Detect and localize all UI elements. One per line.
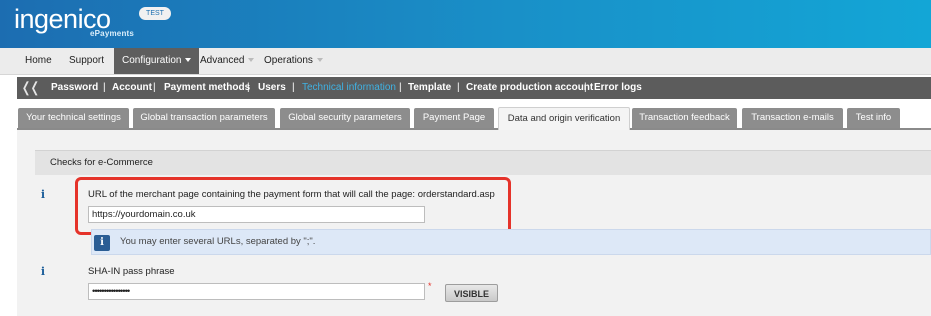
nav-operations[interactable]: Operations (264, 48, 323, 74)
tab-global-transaction-parameters[interactable]: Global transaction parameters (133, 108, 275, 128)
chevron-down-icon (316, 58, 323, 63)
tab-transaction-feedback[interactable]: Transaction feedback (632, 108, 737, 128)
tab-test-info[interactable]: Test info (847, 108, 900, 128)
tab-content-panel: Checks for e-Commerce i URL of the merch… (17, 130, 931, 316)
top-navigation: Home Support Configuration Advanced Oper… (0, 48, 931, 75)
info-hint-box: i You may enter several URLs, separated … (91, 229, 931, 255)
info-icon[interactable]: i (36, 265, 50, 279)
nav-advanced-label: Advanced (200, 55, 245, 66)
configuration-subnav: ❬❬ Password | Account | Payment methods … (17, 77, 931, 99)
hint-text: You may enter several URLs, separated by… (120, 236, 316, 247)
subnav-users[interactable]: Users (258, 77, 286, 99)
nav-advanced[interactable]: Advanced (200, 48, 255, 74)
nav-support-label: Support (69, 55, 105, 66)
subnav-separator: | (153, 82, 156, 93)
subnav-payment-methods[interactable]: Payment methods (164, 77, 250, 99)
sha-in-passphrase-input[interactable] (88, 283, 425, 300)
subnav-password[interactable]: Password (51, 77, 98, 99)
environment-badge: TEST (139, 7, 171, 20)
subnav-separator: | (103, 82, 106, 93)
tab-data-and-origin-verification[interactable]: Data and origin verification (498, 107, 630, 130)
tab-your-technical-settings[interactable]: Your technical settings (18, 108, 129, 128)
subnav-technical-information[interactable]: Technical information (302, 77, 396, 99)
highlight-box (75, 177, 511, 235)
nav-configuration[interactable]: Configuration (114, 48, 200, 74)
tab-global-security-parameters[interactable]: Global security parameters (280, 108, 410, 128)
chevron-down-icon (248, 58, 255, 63)
nav-operations-label: Operations (264, 55, 313, 66)
subnav-separator: | (399, 82, 402, 93)
nav-home-label: Home (25, 55, 52, 66)
tab-payment-page[interactable]: Payment Page (414, 108, 494, 128)
app-header: ingenico ePayments TEST (0, 0, 931, 48)
logo-subtitle: ePayments (90, 29, 135, 38)
subnav-create-production-account[interactable]: Create production account (466, 77, 593, 99)
chevron-down-icon (185, 58, 192, 63)
info-icon[interactable]: i (36, 188, 50, 202)
info-icon: i (94, 235, 110, 251)
subnav-template[interactable]: Template (408, 77, 451, 99)
subnav-separator: | (584, 82, 587, 93)
required-marker: * (428, 281, 432, 291)
collapse-double-chevron-icon[interactable]: ❬❬ (20, 77, 40, 99)
section-header: Checks for e-Commerce (35, 150, 931, 175)
subnav-account[interactable]: Account (112, 77, 152, 99)
subnav-separator: | (292, 82, 295, 93)
sha-in-label: SHA-IN pass phrase (88, 266, 175, 277)
tab-transaction-emails[interactable]: Transaction e-mails (742, 108, 843, 128)
nav-configuration-label: Configuration (122, 55, 182, 66)
nav-home[interactable]: Home (25, 48, 52, 74)
nav-support[interactable]: Support (69, 48, 104, 74)
subnav-error-logs[interactable]: Error logs (594, 77, 642, 99)
subnav-separator: | (247, 82, 250, 93)
technical-info-tabs: Your technical settings Global transacti… (17, 107, 931, 130)
visible-button[interactable]: VISIBLE (445, 284, 498, 302)
subnav-separator: | (457, 82, 460, 93)
section-title: Checks for e-Commerce (50, 157, 153, 168)
